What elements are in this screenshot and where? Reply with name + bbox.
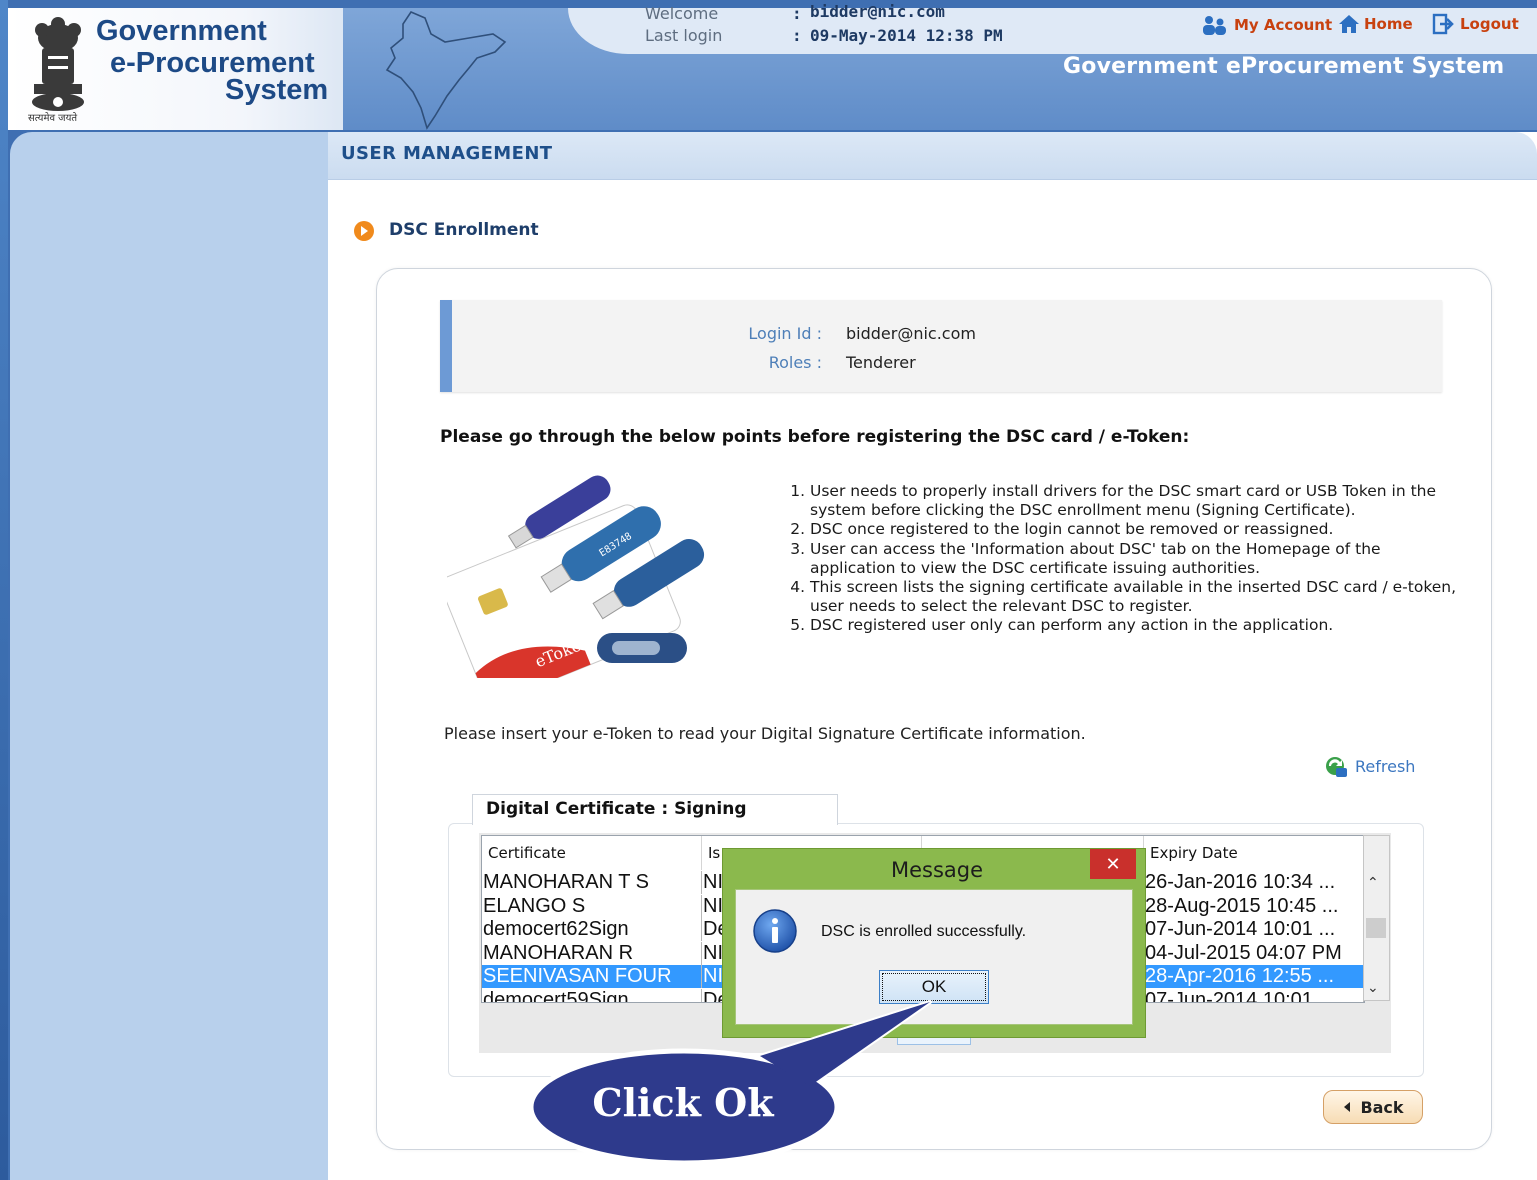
logout-label: Logout	[1460, 15, 1519, 33]
bullet-icon	[354, 221, 374, 241]
back-button[interactable]: Back	[1323, 1090, 1423, 1124]
refresh-icon	[1326, 757, 1347, 777]
login-id-value: bidder@nic.com	[846, 324, 976, 343]
refresh-label: Refresh	[1355, 756, 1416, 776]
etoken-image: eToken E83748	[447, 475, 705, 678]
scroll-thumb[interactable]	[1366, 918, 1386, 938]
roles-value: Tenderer	[846, 353, 916, 372]
home-label: Home	[1364, 15, 1413, 33]
user-info-box	[440, 300, 1442, 392]
welcome-label: Welcome	[645, 4, 719, 23]
cell-certificate: MANOHARAN T S	[482, 871, 702, 894]
instructions-heading: Please go through the below points befor…	[440, 427, 1190, 447]
cell-expiry: 07-Jun-2014 10:01 ...	[1144, 988, 1364, 1002]
cell-issuer: NI	[703, 894, 724, 918]
welcome-separator: :	[792, 4, 802, 23]
close-icon[interactable]: ✕	[1090, 849, 1136, 879]
info-icon	[753, 909, 797, 953]
welcome-value: bidder@nic.com	[810, 2, 945, 21]
india-map-icon	[385, 11, 507, 130]
system-title: Government eProcurement System	[1063, 54, 1505, 79]
last-login-label: Last login	[645, 26, 723, 45]
left-sidebar	[10, 132, 332, 1180]
logout-icon	[1432, 13, 1454, 35]
list-item: This screen lists the signing certificat…	[810, 578, 1460, 616]
logout-link[interactable]: Logout	[1432, 13, 1519, 35]
back-arrow-icon	[1344, 1102, 1351, 1112]
dialog-message: DSC is enrolled successfully.	[821, 923, 1027, 940]
page-title: DSC Enrollment	[389, 220, 539, 240]
refresh-link[interactable]: Refresh	[1323, 754, 1415, 778]
scroll-down-icon[interactable]: ⌄	[1367, 980, 1379, 996]
insert-token-message: Please insert your e-Token to read your …	[444, 724, 1086, 743]
list-item: User needs to properly install drivers f…	[810, 482, 1460, 520]
brand-line1: Government	[96, 15, 267, 47]
motto: सत्यमेव जयते	[28, 113, 78, 124]
cell-issuer: NI	[703, 871, 724, 894]
cell-expiry: 28-Aug-2015 10:45 ...	[1144, 894, 1364, 918]
list-item: DSC once registered to the login cannot …	[810, 520, 1460, 539]
cell-certificate: MANOHARAN R	[482, 941, 702, 965]
section-title: USER MANAGEMENT	[341, 143, 553, 164]
emblem-icon	[32, 17, 84, 111]
cell-expiry: 04-Jul-2015 04:07 PM	[1144, 941, 1364, 965]
list-item: DSC registered user only can perform any…	[810, 616, 1460, 635]
cell-issuer: De	[702, 918, 724, 941]
user-icon	[1203, 16, 1226, 35]
cell-certificate: SEENIVASAN FOUR	[482, 965, 702, 988]
list-item: User can access the 'Information about D…	[810, 540, 1460, 578]
cell-expiry: 26-Jan-2016 10:34 ...	[1144, 871, 1364, 894]
cell-issuer: NI	[703, 941, 724, 965]
cell-certificate: democert62Sign	[482, 918, 702, 941]
column-header-certificate[interactable]: Certificate	[482, 836, 702, 870]
scroll-up-icon[interactable]: ⌃	[1367, 875, 1379, 891]
callout-text: Click Ok	[592, 1080, 774, 1125]
dialog-title: Message	[891, 858, 984, 882]
my-account-label: My Account	[1234, 16, 1333, 34]
roles-label: Roles :	[768, 353, 822, 372]
instructions-list: User needs to properly install drivers f…	[780, 482, 1460, 636]
login-id-label: Login Id :	[748, 324, 822, 343]
cell-expiry: 28-Apr-2016 12:55 ...	[1144, 965, 1364, 988]
home-link[interactable]: Home	[1338, 13, 1413, 35]
last-login-separator: :	[792, 26, 802, 45]
cell-expiry: 07-Jun-2014 10:01 ...	[1144, 918, 1364, 941]
column-header-expiry[interactable]: Expiry Date	[1144, 836, 1364, 870]
back-label: Back	[1360, 1097, 1404, 1117]
last-login-value: 09-May-2014 12:38 PM	[810, 26, 1003, 45]
page-edge	[0, 0, 8, 1180]
home-icon	[1339, 15, 1359, 33]
certificate-tab-label: Digital Certificate : Signing	[486, 799, 747, 819]
brand-line3: System	[225, 74, 329, 106]
my-account-link[interactable]: My Account	[1200, 14, 1332, 36]
cell-certificate: ELANGO S	[482, 894, 702, 918]
cell-issuer: NI	[703, 965, 724, 988]
